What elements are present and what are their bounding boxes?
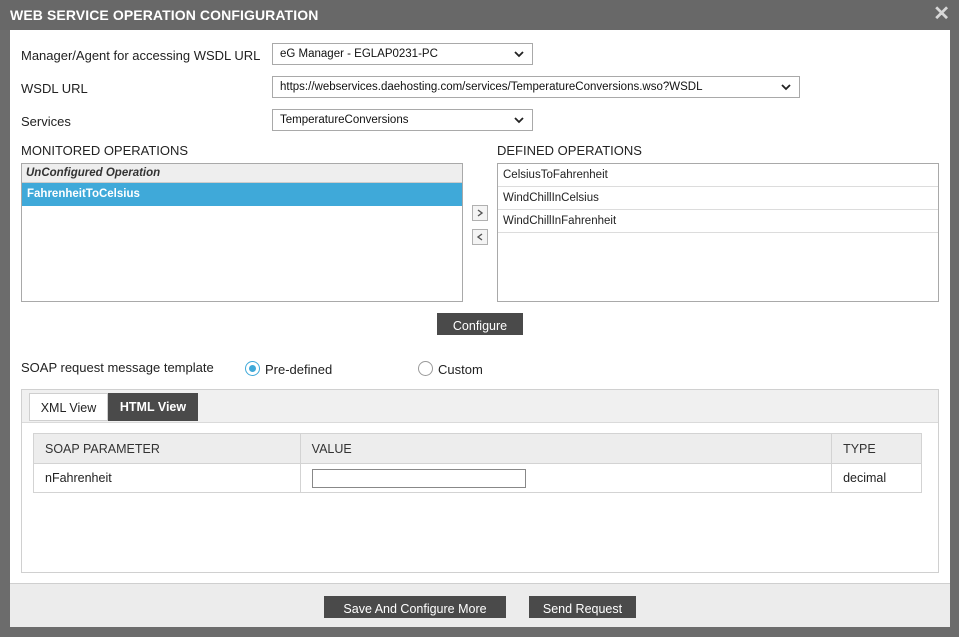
- chevron-down-icon: [781, 84, 791, 91]
- chevron-left-icon: [476, 233, 483, 241]
- soap-template-label: SOAP request message template: [21, 360, 214, 375]
- dialog-title: WEB SERVICE OPERATION CONFIGURATION: [10, 7, 319, 23]
- parameter-type: decimal: [831, 463, 922, 493]
- move-left-button[interactable]: [472, 229, 488, 245]
- column-header: SOAP PARAMETER: [33, 433, 301, 464]
- wsdl-url-label: WSDL URL: [21, 81, 88, 96]
- save-and-configure-more-button[interactable]: Save And Configure More: [324, 596, 506, 618]
- list-item[interactable]: WindChillInCelsius: [498, 187, 938, 210]
- chevron-right-icon: [477, 209, 484, 217]
- value-cell: [299, 463, 833, 493]
- defined-operations-list[interactable]: CelsiusToFahrenheit WindChillInCelsius W…: [497, 163, 939, 302]
- unconfigured-operation-header: UnConfigured Operation: [22, 164, 462, 183]
- view-tabs: XML View HTML View: [22, 390, 938, 423]
- web-service-config-dialog: WEB SERVICE OPERATION CONFIGURATION ✕ Ma…: [0, 0, 959, 637]
- column-header: TYPE: [831, 433, 922, 464]
- table-row: nFahrenheit decimal: [33, 463, 922, 493]
- wsdl-url-value: https://webservices.daehosting.com/servi…: [280, 81, 703, 93]
- list-item[interactable]: WindChillInFahrenheit: [498, 210, 938, 233]
- list-item[interactable]: CelsiusToFahrenheit: [498, 164, 938, 187]
- tab-xml-view[interactable]: XML View: [29, 393, 108, 421]
- dialog-footer: Save And Configure More Send Request: [10, 583, 950, 627]
- defined-operations-heading: DEFINED OPERATIONS: [497, 143, 642, 158]
- dialog-content: Manager/Agent for accessing WSDL URL eG …: [10, 30, 950, 583]
- wsdl-url-select[interactable]: https://webservices.daehosting.com/servi…: [272, 76, 800, 98]
- manager-label: Manager/Agent for accessing WSDL URL: [21, 48, 261, 63]
- soap-view-panel: XML View HTML View SOAP PARAMETER VALUE …: [21, 389, 939, 573]
- monitored-operations-heading: MONITORED OPERATIONS: [21, 143, 189, 158]
- table-header-row: SOAP PARAMETER VALUE TYPE: [33, 433, 922, 464]
- soap-parameter-table: SOAP PARAMETER VALUE TYPE nFahrenheit de…: [33, 433, 922, 493]
- chevron-down-icon: [514, 51, 524, 58]
- list-item[interactable]: FahrenheitToCelsius: [22, 183, 462, 206]
- predefined-label: Pre-defined: [265, 362, 333, 377]
- services-label: Services: [21, 114, 71, 129]
- dialog-titlebar: WEB SERVICE OPERATION CONFIGURATION ✕: [0, 0, 959, 30]
- manager-select-value: eG Manager - EGLAP0231-PC: [280, 48, 438, 60]
- configure-button[interactable]: Configure: [437, 313, 523, 335]
- custom-radio[interactable]: [418, 361, 433, 376]
- parameter-name: nFahrenheit: [33, 463, 301, 493]
- predefined-radio[interactable]: [245, 361, 260, 376]
- value-input[interactable]: [311, 468, 526, 488]
- column-header: VALUE: [299, 433, 833, 464]
- monitored-operations-list[interactable]: UnConfigured Operation FahrenheitToCelsi…: [21, 163, 463, 302]
- services-select-value: TemperatureConversions: [280, 114, 409, 126]
- services-select[interactable]: TemperatureConversions: [272, 109, 533, 131]
- manager-select[interactable]: eG Manager - EGLAP0231-PC: [272, 43, 533, 65]
- close-icon[interactable]: ✕: [933, 4, 950, 24]
- move-right-button[interactable]: [472, 205, 488, 221]
- tab-html-view[interactable]: HTML View: [108, 393, 198, 421]
- custom-label: Custom: [438, 362, 483, 377]
- chevron-down-icon: [514, 117, 524, 124]
- send-request-button[interactable]: Send Request: [529, 596, 636, 618]
